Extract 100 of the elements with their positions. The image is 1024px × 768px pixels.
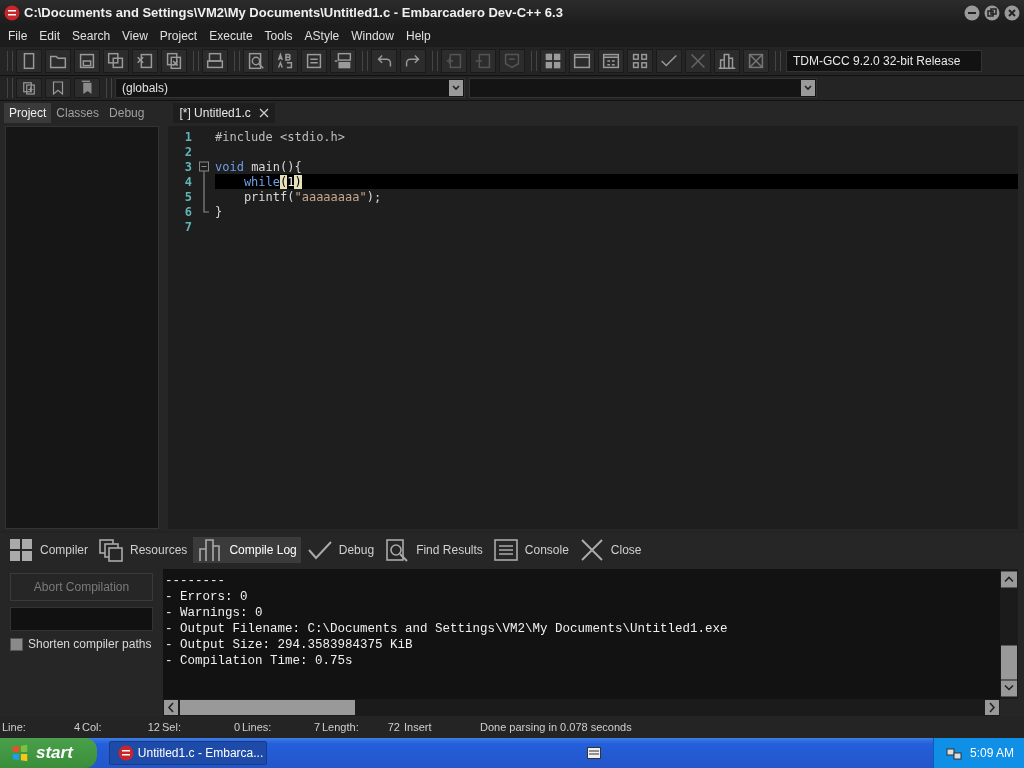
- status-value: 0: [233, 721, 240, 734]
- fold-end-line: [203, 204, 209, 214]
- save-icon[interactable]: [74, 49, 100, 74]
- horizontal-scrollbar[interactable]: [163, 699, 1000, 717]
- line-number: 6: [183, 204, 193, 219]
- log-line: --------: [165, 573, 226, 590]
- log-line: - Output Size: 294.3583984375 KiB: [165, 637, 414, 654]
- menu-item[interactable]: Search: [66, 29, 117, 44]
- checkbox-label: Shorten compiler paths: [28, 637, 152, 652]
- folder-icon[interactable]: [45, 49, 71, 74]
- bottom-tab[interactable]: Compile Log: [193, 537, 301, 564]
- panel-tab[interactable]: Project: [4, 103, 52, 124]
- new-file-icon[interactable]: [16, 49, 42, 74]
- status-label: Length:: [322, 721, 359, 734]
- menu-item[interactable]: File: [2, 29, 34, 44]
- bottom-tab[interactable]: Debug: [302, 537, 379, 564]
- function-dropdown[interactable]: [469, 78, 817, 99]
- taskbar-button[interactable]: Untitled1.c - Embarca...: [108, 741, 267, 765]
- windows-flag-icon: [10, 743, 30, 763]
- menu-item[interactable]: Project: [153, 29, 204, 44]
- bottom-tab[interactable]: Console: [488, 537, 573, 564]
- close-icon[interactable]: [258, 108, 269, 119]
- bottom-tab[interactable]: Resources: [94, 537, 192, 564]
- undo-icon[interactable]: [371, 49, 397, 74]
- add-file-icon[interactable]: [16, 78, 42, 99]
- window-title: C:\Documents and Settings\VM2\My Documents\Untitled1.c - Embarcadero Dev-C++ 6.3: [24, 5, 564, 21]
- checkbox[interactable]: [10, 637, 23, 651]
- dashboard-icon[interactable]: [598, 49, 624, 74]
- grid-icon: [8, 537, 34, 564]
- line-number: 7: [183, 219, 193, 234]
- menu-item[interactable]: Edit: [33, 29, 67, 44]
- code-editor[interactable]: 1 #include <stdio.h> 2 3 void main(){ 4 while(1) 5 printf("aaaaaaaa"); 6 } 7: [168, 126, 1018, 530]
- console-icon: [492, 537, 519, 564]
- log-line: - Output Filename: C:\Documents and Settings\VM2\My Documents\Untitled1.exe: [165, 621, 729, 638]
- log-line: - Warnings: 0: [165, 605, 264, 622]
- code-line: #include <stdio.h>: [215, 129, 347, 145]
- replace-icon[interactable]: [272, 49, 298, 74]
- menu-item[interactable]: AStyle: [298, 29, 346, 44]
- bar-chart-icon[interactable]: [714, 49, 740, 74]
- scope-dropdown[interactable]: (globals): [115, 78, 465, 99]
- editor-tab[interactable]: [*] Untitled1.c: [173, 103, 275, 124]
- small-grid-icon[interactable]: [627, 49, 653, 74]
- panel-tab[interactable]: Debug: [104, 103, 150, 124]
- close-all-icon[interactable]: [161, 49, 187, 74]
- grid-icon[interactable]: [540, 49, 566, 74]
- network-icon[interactable]: [945, 745, 962, 761]
- close-file-icon[interactable]: [132, 49, 158, 74]
- code-line: }: [215, 204, 224, 220]
- code-line: printf("aaaaaaaa");: [242, 189, 383, 205]
- status-label: Line:: [2, 721, 26, 734]
- status-value: 7: [313, 721, 320, 734]
- bottom-tab[interactable]: Compiler: [4, 537, 92, 564]
- cross-icon[interactable]: [685, 49, 711, 74]
- save-all-icon[interactable]: [103, 49, 129, 74]
- status-message: Done parsing in 0.078 seconds: [480, 721, 632, 734]
- menu-item[interactable]: Window: [345, 29, 400, 44]
- status-value: 72: [387, 721, 400, 734]
- bookmark-icon[interactable]: [45, 78, 71, 99]
- status-value: 4: [73, 721, 80, 734]
- redo-icon[interactable]: [400, 49, 426, 74]
- find-icon[interactable]: [243, 49, 269, 74]
- menu-item[interactable]: Help: [399, 29, 437, 44]
- minimize-icon[interactable]: [964, 4, 980, 21]
- app-logo-icon: [4, 4, 20, 21]
- line-number: 4: [183, 174, 193, 189]
- line-number: 3: [183, 159, 193, 174]
- line-number: 2: [183, 144, 193, 159]
- copies-icon: [98, 537, 124, 564]
- restore-icon[interactable]: [984, 4, 1000, 21]
- status-label: Col:: [82, 721, 102, 734]
- menu-item[interactable]: View: [116, 29, 154, 44]
- clock: 5:09 AM: [969, 746, 1014, 760]
- fold-toggle-icon[interactable]: [199, 159, 209, 175]
- status-label: Lines:: [242, 721, 272, 734]
- keyboard-icon[interactable]: [586, 747, 601, 759]
- menu-item[interactable]: Tools: [258, 29, 299, 44]
- split-panel-icon[interactable]: [330, 49, 356, 74]
- list-icon[interactable]: [301, 49, 327, 74]
- crossed-box-icon[interactable]: [743, 49, 769, 74]
- log-line: - Errors: 0: [165, 589, 249, 606]
- status-label: Sel:: [162, 721, 181, 734]
- start-button[interactable]: start: [0, 738, 97, 768]
- window-icon[interactable]: [569, 49, 595, 74]
- log-line: - Compilation Time: 0.75s: [165, 653, 354, 670]
- panel-tab[interactable]: Classes: [51, 103, 105, 124]
- line-number: 1: [183, 129, 193, 144]
- line-number: 5: [183, 189, 193, 204]
- bookmarks-icon[interactable]: [74, 78, 100, 99]
- code-line: void main(){: [215, 159, 303, 175]
- bottom-tab[interactable]: Close: [574, 537, 646, 564]
- vertical-scrollbar[interactable]: [1000, 569, 1018, 700]
- status-value: 12: [147, 721, 160, 734]
- app-logo-icon: [117, 745, 134, 761]
- menu-item[interactable]: Execute: [203, 29, 259, 44]
- status-mode: Insert: [403, 721, 433, 734]
- print-icon[interactable]: [202, 49, 228, 74]
- close-icon[interactable]: [1004, 4, 1020, 21]
- check-icon[interactable]: [656, 49, 682, 74]
- compiler-select[interactable]: TDM-GCC 9.2.0 32-bit Release: [786, 50, 982, 73]
- bottom-tab[interactable]: Find Results: [380, 537, 487, 564]
